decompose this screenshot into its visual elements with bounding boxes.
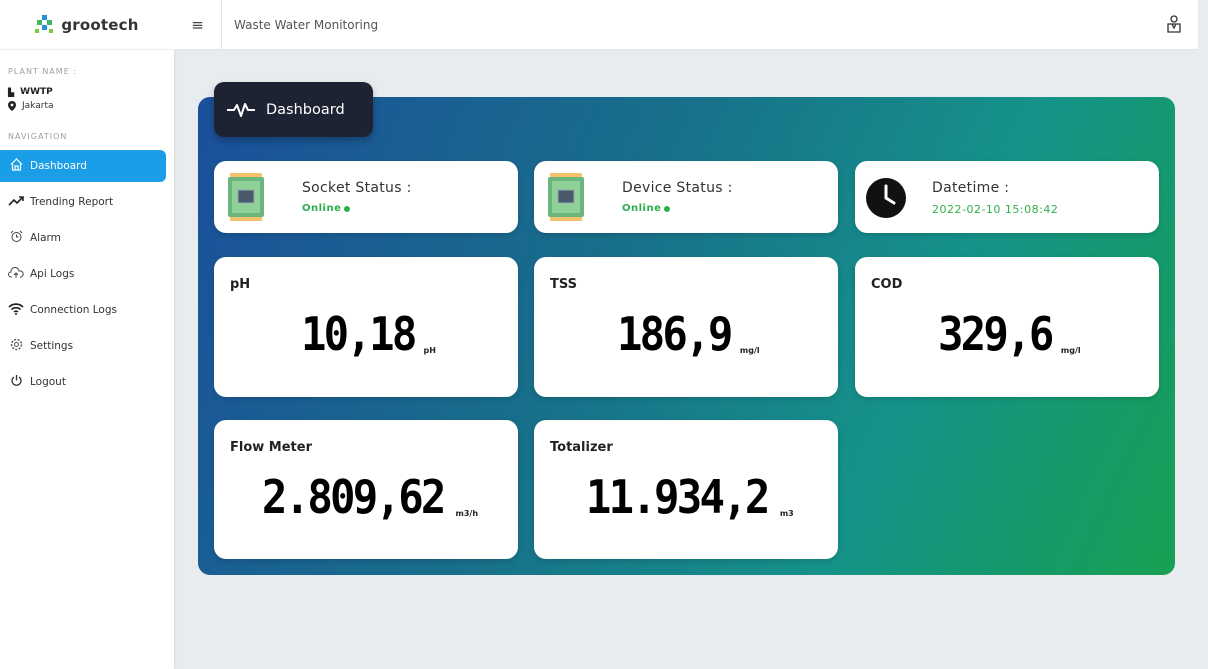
sidebar-item-label: Dashboard: [30, 160, 87, 172]
datetime-value: 2022-02-10 15:08:42: [932, 203, 1059, 216]
brand-name: grootech: [61, 15, 139, 34]
totalizer-reading: 11.934,2 m3: [534, 474, 838, 520]
grootech-logo-icon: [35, 14, 55, 35]
chip-icon: [548, 173, 584, 221]
online-dot-icon: [344, 205, 351, 212]
cod-reading: 329,6 mg/l: [855, 311, 1159, 357]
cod-unit: mg/l: [1060, 346, 1081, 355]
sidebar-item-alarm[interactable]: Alarm: [0, 222, 166, 254]
cloud-upload-icon: [8, 266, 24, 282]
sidebar-item-label: Trending Report: [30, 196, 114, 208]
hamburger-icon: ≡: [191, 15, 204, 34]
sidebar-item-label: Logout: [30, 376, 66, 388]
user-badge-icon: [1167, 15, 1181, 33]
sidebar-item-dashboard[interactable]: Dashboard: [0, 150, 166, 182]
map-pin-icon: [8, 101, 16, 111]
flow-meter-card: Flow Meter 2.809,62 m3/h: [214, 420, 518, 559]
totalizer-unit: m3: [779, 509, 794, 518]
cod-card: COD 329,6 mg/l: [855, 257, 1159, 397]
trending-icon: [8, 195, 24, 209]
tss-label: TSS: [550, 277, 578, 292]
hamburger-menu-button[interactable]: ≡: [174, 0, 222, 50]
datetime-title: Datetime :: [932, 180, 1010, 196]
sidebar-item-settings[interactable]: Settings: [0, 330, 166, 362]
datetime-card: Datetime : 2022-02-10 15:08:42: [855, 161, 1159, 233]
socket-status-title: Socket Status :: [302, 180, 412, 196]
totalizer-label: Totalizer: [550, 440, 613, 455]
online-dot-icon: [664, 205, 671, 212]
ph-card: pH 10,18 pH: [214, 257, 518, 397]
flow-meter-label: Flow Meter: [230, 440, 312, 455]
page-title: Waste Water Monitoring: [234, 17, 379, 32]
sidebar-item-connection-logs[interactable]: Connection Logs: [0, 294, 166, 326]
flow-meter-unit: m3/h: [455, 509, 479, 518]
chip-icon: [228, 173, 264, 221]
sidebar-item-label: Alarm: [30, 232, 61, 244]
wifi-icon: [8, 302, 24, 318]
tss-card: TSS 186,9 mg/l: [534, 257, 838, 397]
sidebar-item-label: Api Logs: [30, 268, 75, 280]
tss-reading: 186,9 mg/l: [534, 311, 838, 357]
home-icon: [8, 158, 24, 174]
plant-name-text: WWTP: [20, 87, 53, 97]
plant-location: Jakarta: [8, 101, 53, 111]
alarm-icon: [8, 230, 24, 246]
navigation-label: NAVIGATION: [8, 132, 68, 141]
cod-label: COD: [871, 277, 903, 292]
socket-status-text: Online: [302, 203, 342, 214]
flow-meter-reading: 2.809,62 m3/h: [214, 474, 518, 520]
device-status-text: Online: [622, 203, 662, 214]
device-status-title: Device Status :: [622, 180, 733, 196]
ph-value: 10,18: [300, 307, 417, 361]
ph-reading: 10,18 pH: [214, 311, 518, 357]
ph-unit: pH: [423, 346, 436, 355]
power-icon: [8, 374, 24, 390]
plant-name: ▙ WWTP: [8, 87, 53, 97]
dashboard-header-tab: Dashboard: [214, 82, 373, 137]
ph-label: pH: [230, 277, 251, 292]
device-status-card: Device Status : Online: [534, 161, 838, 233]
sidebar: grootech PLANT NAME : ▙ WWTP Jakarta NAV…: [0, 0, 174, 669]
sidebar-nav: Dashboard Trending Report Alarm Api Logs…: [0, 150, 174, 402]
plant-location-text: Jakarta: [22, 101, 54, 111]
device-status-value: Online: [622, 203, 671, 214]
topbar: ≡ Waste Water Monitoring: [174, 0, 1198, 50]
user-profile-button[interactable]: [1164, 14, 1184, 34]
totalizer-card: Totalizer 11.934,2 m3: [534, 420, 838, 559]
plant-name-label: PLANT NAME :: [8, 67, 78, 76]
socket-status-value: Online: [302, 203, 351, 214]
sidebar-item-logout[interactable]: Logout: [0, 366, 166, 398]
dashboard-header-title: Dashboard: [266, 101, 345, 118]
socket-status-card: Socket Status : Online: [214, 161, 518, 233]
sidebar-item-trending-report[interactable]: Trending Report: [0, 186, 166, 218]
totalizer-value: 11.934,2: [586, 470, 771, 524]
tss-value: 186,9: [617, 307, 733, 361]
sidebar-item-label: Connection Logs: [30, 304, 117, 316]
flow-meter-value: 2.809,62: [261, 470, 447, 524]
factory-icon: ▙: [8, 87, 15, 97]
tss-unit: mg/l: [739, 346, 760, 355]
sidebar-item-api-logs[interactable]: Api Logs: [0, 258, 166, 290]
gear-icon: [8, 338, 24, 354]
cod-value: 329,6: [938, 307, 1054, 361]
sidebar-item-label: Settings: [30, 340, 74, 352]
brand[interactable]: grootech: [0, 0, 174, 50]
heartbeat-icon: [227, 102, 255, 117]
clock-icon: [866, 178, 906, 218]
